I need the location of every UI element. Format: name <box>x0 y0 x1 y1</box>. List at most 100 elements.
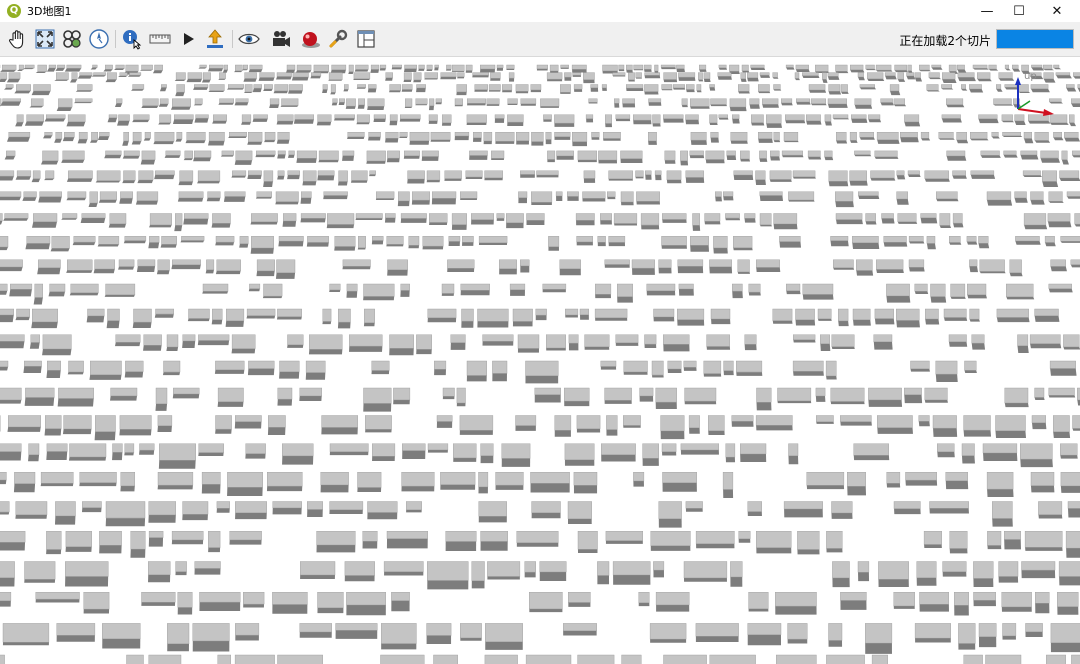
layout-button[interactable] <box>353 26 379 52</box>
building-roof <box>966 236 977 242</box>
building-side <box>612 75 626 77</box>
building-side <box>114 342 141 347</box>
building-roof <box>346 283 358 292</box>
building-roof <box>645 170 652 175</box>
building-roof <box>1034 387 1045 398</box>
building-roof <box>115 334 141 343</box>
building-side <box>826 548 843 553</box>
building-roof <box>935 360 958 375</box>
building-roof <box>199 64 207 68</box>
building-roof <box>299 387 323 397</box>
building-roof <box>919 64 930 71</box>
building-side <box>487 576 520 580</box>
building-side <box>427 449 448 453</box>
effects-menu-button[interactable] <box>297 26 323 52</box>
compass-button[interactable] <box>86 26 112 52</box>
3d-map-canvas[interactable]: up <box>0 57 1080 664</box>
building-side <box>255 197 272 199</box>
building-roof <box>279 360 300 372</box>
building-roof <box>247 170 262 176</box>
building-roof <box>654 170 662 176</box>
building-roof <box>123 150 140 157</box>
building-side <box>54 79 69 81</box>
building-side <box>418 68 425 71</box>
building-roof <box>66 259 93 271</box>
close-button[interactable]: ✕ <box>1038 0 1076 22</box>
building-roof <box>978 114 998 119</box>
identify-button[interactable] <box>119 26 145 52</box>
building-side <box>247 141 263 145</box>
building-roof <box>954 592 969 606</box>
building-side <box>33 297 43 305</box>
building-roof <box>684 387 717 402</box>
building-side <box>738 91 750 94</box>
camera-control-button[interactable] <box>59 26 85 52</box>
building-roof <box>371 360 390 371</box>
building-roof <box>172 98 191 107</box>
building-side <box>886 483 901 488</box>
building-side <box>588 102 598 104</box>
building-roof <box>1024 531 1063 548</box>
building-side <box>486 104 500 106</box>
building-side <box>858 76 865 81</box>
building-side <box>924 399 948 403</box>
building-roof <box>369 170 376 175</box>
building-side <box>217 401 244 407</box>
building-roof <box>430 131 451 140</box>
building-side <box>956 139 969 144</box>
export-button[interactable] <box>202 26 228 52</box>
animation-play-button[interactable] <box>175 26 201 52</box>
building-roof <box>549 64 559 72</box>
building-roof <box>296 64 312 71</box>
building-side <box>119 429 152 436</box>
zoom-full-button[interactable] <box>32 26 58 52</box>
measure-button[interactable] <box>147 26 173 52</box>
building-side <box>471 219 494 225</box>
building-side <box>703 78 711 83</box>
view-menu-button[interactable] <box>236 26 262 52</box>
building-roof <box>143 334 162 346</box>
building-side <box>334 118 355 121</box>
building-roof <box>224 191 246 197</box>
building-side <box>25 243 51 250</box>
building-side <box>72 242 96 246</box>
pan-button[interactable] <box>5 26 31 52</box>
building-side <box>50 248 70 252</box>
building-side <box>918 421 930 427</box>
building-roof <box>1060 236 1080 242</box>
building-roof <box>543 114 552 120</box>
building-roof <box>339 98 345 103</box>
building-roof <box>709 114 718 124</box>
building-roof <box>302 170 317 182</box>
building-side <box>178 181 193 186</box>
building-roof <box>0 472 7 481</box>
building-roof <box>620 191 634 203</box>
building-roof <box>535 308 547 316</box>
building-roof <box>971 334 985 344</box>
building-roof <box>10 283 33 290</box>
building-side <box>343 89 349 92</box>
building-roof <box>216 259 241 272</box>
building-side <box>408 245 420 249</box>
building-side <box>577 159 597 163</box>
building-side <box>987 199 1013 206</box>
configure-button[interactable] <box>325 26 351 52</box>
building-roof <box>8 72 21 79</box>
building-side <box>696 90 702 93</box>
building-roof <box>277 131 290 140</box>
building-roof <box>332 98 338 103</box>
building-roof <box>748 283 761 293</box>
maximize-button[interactable]: ☐ <box>1000 0 1038 22</box>
building-side <box>870 177 896 181</box>
building-roof <box>471 213 495 220</box>
building-roof <box>235 98 249 103</box>
building-roof <box>386 236 404 245</box>
building-side <box>330 92 336 95</box>
building-roof <box>317 114 332 123</box>
building-roof <box>440 72 457 77</box>
building-side <box>171 539 204 545</box>
building-side <box>6 78 21 83</box>
camera-menu-button[interactable] <box>268 26 294 52</box>
building-side <box>572 141 588 147</box>
building-roof <box>486 98 500 105</box>
